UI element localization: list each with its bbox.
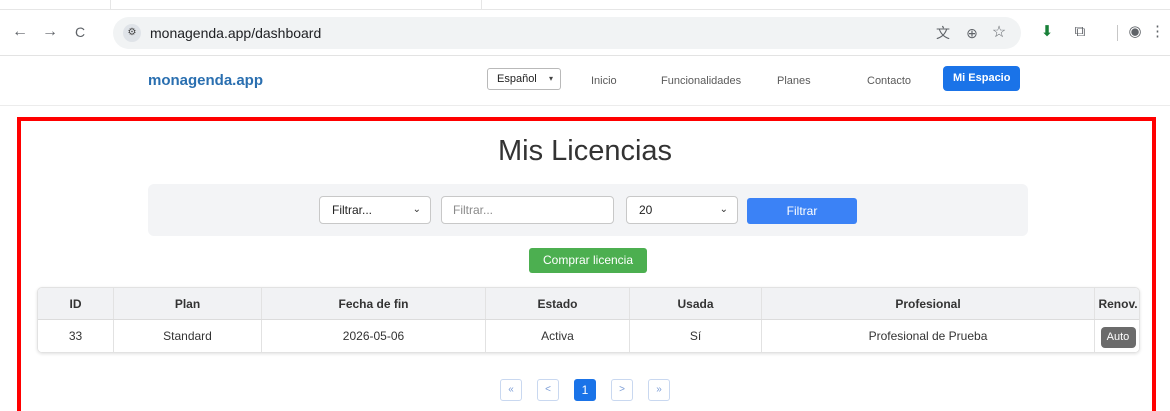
pagination-next-button[interactable]: > xyxy=(611,379,633,401)
column-header-id[interactable]: ID xyxy=(38,288,114,319)
address-bar[interactable]: ⚙ monagenda.app/dashboard 文 ⊕ ☆ xyxy=(113,17,1021,49)
browser-toolbar: ← → C ⚙ monagenda.app/dashboard 文 ⊕ ☆ ⬇ … xyxy=(0,10,1170,56)
caret-down-icon: ▾ xyxy=(548,74,553,83)
nav-link-funcionalidades[interactable]: Funcionalidades xyxy=(661,56,741,106)
table-row[interactable]: 33 Standard 2026-05-06 Activa Sí Profesi… xyxy=(38,320,1139,352)
licenses-table: ID Plan Fecha de fin Estado Usada Profes… xyxy=(37,287,1140,353)
toolbar-separator xyxy=(1117,25,1118,41)
filter-field-select[interactable]: Filtrar... ⌄ xyxy=(319,196,431,224)
cell-id: 33 xyxy=(38,320,114,352)
cell-renewal: Auto xyxy=(1095,320,1139,352)
translate-icon[interactable]: 文 xyxy=(933,23,953,43)
site-navbar: monagenda.app Español ▾ Inicio Funcional… xyxy=(0,56,1170,106)
column-header-used[interactable]: Usada xyxy=(630,288,762,319)
pagination-prev-button[interactable]: < xyxy=(537,379,559,401)
profile-icon[interactable]: ◉ xyxy=(1124,21,1146,43)
forward-icon[interactable]: → xyxy=(38,20,62,44)
page-size-select[interactable]: 20 ⌄ xyxy=(626,196,738,224)
page-size-value: 20 xyxy=(639,203,653,217)
pagination-current-page[interactable]: 1 xyxy=(574,379,596,401)
filter-search-input[interactable]: Filtrar... xyxy=(441,196,614,224)
pagination-last-button[interactable]: » xyxy=(648,379,670,401)
column-header-status[interactable]: Estado xyxy=(486,288,630,319)
back-icon[interactable]: ← xyxy=(8,20,32,44)
chevron-down-icon: ⌄ xyxy=(412,204,421,215)
download-icon[interactable]: ⬇ xyxy=(1036,21,1058,43)
filter-field-value: Filtrar... xyxy=(332,203,373,217)
pagination-first-button[interactable]: « xyxy=(500,379,522,401)
cell-used: Sí xyxy=(630,320,762,352)
column-header-plan[interactable]: Plan xyxy=(114,288,262,319)
column-header-professional[interactable]: Profesional xyxy=(762,288,1095,319)
extensions-icon[interactable]: ⧉ xyxy=(1069,21,1091,43)
nav-link-planes[interactable]: Planes xyxy=(777,56,811,106)
language-select[interactable]: Español ▾ xyxy=(487,68,561,90)
nav-link-inicio[interactable]: Inicio xyxy=(591,56,617,106)
column-header-renewal[interactable]: Renov. xyxy=(1095,288,1139,319)
language-value: Español xyxy=(497,73,537,85)
bookmark-star-icon[interactable]: ☆ xyxy=(989,23,1009,43)
site-settings-icon[interactable]: ⚙ xyxy=(123,24,141,42)
cell-plan: Standard xyxy=(114,320,262,352)
auto-renew-badge[interactable]: Auto xyxy=(1100,327,1136,348)
chevron-down-icon: ⌄ xyxy=(719,204,728,215)
zoom-icon[interactable]: ⊕ xyxy=(962,23,982,43)
reload-icon[interactable]: C xyxy=(68,20,92,44)
nav-link-mi-espacio[interactable]: Mi Espacio xyxy=(943,66,1021,91)
cell-status: Activa xyxy=(486,320,630,352)
page-title: Mis Licencias xyxy=(497,135,673,167)
filter-button[interactable]: Filtrar xyxy=(747,198,857,224)
nav-link-contacto[interactable]: Contacto xyxy=(867,56,911,106)
buy-license-button[interactable]: Comprar licencia xyxy=(529,248,647,273)
cell-professional: Profesional de Prueba xyxy=(762,320,1095,352)
table-header: ID Plan Fecha de fin Estado Usada Profes… xyxy=(38,288,1139,320)
tab-strip xyxy=(0,0,1170,10)
cell-end-date: 2026-05-06 xyxy=(262,320,486,352)
column-header-end-date[interactable]: Fecha de fin xyxy=(262,288,486,319)
menu-icon[interactable]: ⋮ xyxy=(1150,21,1165,43)
brand-logo[interactable]: monagenda.app xyxy=(148,56,263,106)
url-text[interactable]: monagenda.app/dashboard xyxy=(150,17,321,49)
